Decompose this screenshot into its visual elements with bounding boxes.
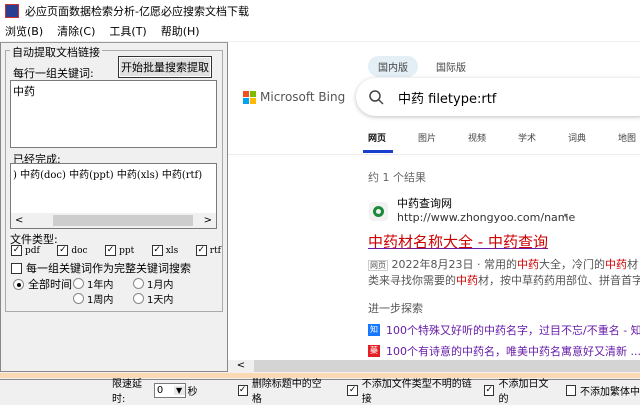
- search-icon[interactable]: [368, 89, 384, 105]
- nav-academic[interactable]: 学术: [518, 131, 536, 144]
- scroll-right-icon[interactable]: >: [204, 215, 212, 226]
- radio-selected-icon[interactable]: [13, 278, 24, 290]
- checkbox-unchecked-icon[interactable]: [11, 262, 22, 274]
- radio-icon[interactable]: [73, 278, 84, 289]
- radio-icon[interactable]: [133, 293, 144, 304]
- checkbox-checked-icon[interactable]: ✓: [151, 245, 163, 256]
- result-snippet-line1: 网页 2022年8月23日 · 常用的中药大全，冷门的中药材: [368, 258, 638, 271]
- medicine-site-icon: 藥: [368, 345, 380, 357]
- result-title-link[interactable]: 中药材名称大全 - 中药查询: [368, 231, 548, 252]
- app-icon: [5, 3, 19, 18]
- checkbox-checked-icon[interactable]: ✓: [57, 245, 69, 256]
- option-skip-traditional[interactable]: 不添加繁体中: [580, 383, 640, 398]
- filetype-ppt[interactable]: ✓ ppt: [105, 245, 134, 256]
- filetype-checkboxes: ✓ pdf ✓ doc ✓ ppt ✓ xls ✓ rtf: [11, 245, 221, 256]
- tab-domestic[interactable]: 国内版: [368, 56, 418, 77]
- menu-help[interactable]: 帮助(H): [161, 23, 200, 39]
- tab-international[interactable]: 国际版: [426, 56, 476, 77]
- radio-icon[interactable]: [73, 293, 84, 304]
- related-link[interactable]: 藥 100个有诗意的中药名，唯美中药名寓意好又清新 ...: [368, 343, 640, 359]
- checkbox-checked-icon[interactable]: ✓: [347, 384, 358, 396]
- url-dropdown-icon[interactable]: ▾: [564, 211, 568, 220]
- explore-label: 进一步探索: [368, 302, 423, 315]
- option-skip-unknown-type[interactable]: 不添加文件类型不明的链接: [362, 375, 472, 405]
- site-favicon-icon: [369, 202, 388, 221]
- time-1day[interactable]: 1天内: [133, 291, 173, 306]
- result-count: 约 1 个结果: [368, 171, 426, 184]
- nav-active-indicator: [363, 150, 393, 153]
- scroll-thumb[interactable]: [53, 215, 193, 226]
- title-bar: 必应页面数据检索分析-亿愿必应搜索文档下载: [0, 0, 640, 21]
- window-title: 必应页面数据检索分析-亿愿必应搜索文档下载: [25, 4, 249, 18]
- radio-icon[interactable]: [133, 278, 144, 289]
- delay-label: 限速延时:: [112, 379, 142, 405]
- checkbox-checked-icon[interactable]: ✓: [195, 245, 207, 256]
- nav-dictionary[interactable]: 词典: [568, 131, 586, 144]
- checkbox-checked-icon[interactable]: ✓: [484, 384, 495, 396]
- filetype-xls[interactable]: ✓ xls: [151, 245, 178, 256]
- nav-web[interactable]: 网页: [368, 131, 386, 144]
- checkbox-unchecked-icon[interactable]: [565, 384, 576, 396]
- nav-videos[interactable]: 视频: [468, 131, 486, 144]
- keywords-input[interactable]: 中药: [10, 80, 217, 148]
- browser-horizontal-scrollbar[interactable]: <: [228, 360, 640, 372]
- bing-logo[interactable]: Microsoft Bing: [243, 90, 345, 104]
- menu-bar: 浏览(B) 清除(C) 工具(T) 帮助(H): [0, 21, 640, 41]
- search-input[interactable]: 中药 filetype:rtf: [356, 78, 640, 116]
- zhihu-icon: 知: [368, 324, 380, 336]
- related-link[interactable]: 知 100个特殊又好听的中药名字，过目不忘/不重名 - 知: [368, 322, 640, 338]
- keywords-label: 每行一组关键词:: [13, 67, 94, 80]
- result-url[interactable]: http://www.zhongyoo.com/name: [397, 211, 575, 224]
- menu-tools[interactable]: 工具(T): [109, 23, 146, 39]
- menu-clear[interactable]: 清除(C): [57, 23, 95, 39]
- options-bar: 限速延时: 0 ▼ 秒 ✓ 删除标题中的空格 ✓ 不添加文件类型不明的链接 ✓ 不添加日…: [0, 379, 640, 405]
- menu-browse[interactable]: 浏览(B): [5, 23, 43, 39]
- delay-unit: 秒: [187, 386, 198, 398]
- result-site-name[interactable]: 中药查询网: [397, 195, 452, 211]
- checkbox-checked-icon[interactable]: ✓: [237, 384, 248, 396]
- scroll-left-icon[interactable]: <: [228, 360, 254, 372]
- microsoft-logo-icon: [243, 90, 256, 104]
- time-1year[interactable]: 1年内: [73, 276, 113, 291]
- checkbox-checked-icon[interactable]: ✓: [11, 245, 22, 256]
- filetype-doc[interactable]: ✓ doc: [57, 245, 88, 256]
- time-1week[interactable]: 1周内: [73, 291, 113, 306]
- nav-maps[interactable]: 地图: [618, 131, 636, 144]
- result-snippet-line2: 类来寻找你需要的中药材，按中草药药用部位、拼音首字: [368, 274, 640, 287]
- start-batch-search-button[interactable]: 开始批量搜索提取: [118, 56, 212, 78]
- option-skip-japanese[interactable]: 不添加日文的: [498, 375, 553, 405]
- divider: [228, 154, 640, 155]
- time-all[interactable]: 全部时间: [13, 276, 72, 292]
- scroll-left-icon[interactable]: <: [15, 215, 23, 226]
- group-title: 自动提取文档链接: [10, 44, 102, 60]
- checkbox-checked-icon[interactable]: ✓: [105, 245, 117, 256]
- browser-view: 国内版 国际版 Microsoft Bing 中药 filetype:rtf 网…: [228, 42, 640, 360]
- whole-keyword-option[interactable]: 每一组关键词作为完整关键词搜索: [11, 260, 191, 276]
- chevron-down-icon[interactable]: ▼: [173, 385, 185, 395]
- page-badge: 网页: [368, 260, 388, 271]
- delay-select[interactable]: 0 ▼: [153, 382, 186, 398]
- filetype-pdf[interactable]: ✓ pdf: [11, 245, 40, 256]
- filetype-rtf[interactable]: ✓ rtf: [195, 245, 221, 256]
- time-1month[interactable]: 1月内: [133, 276, 173, 291]
- option-remove-spaces[interactable]: 删除标题中的空格: [252, 375, 326, 405]
- done-list-scrollbar[interactable]: < >: [11, 213, 216, 228]
- nav-images[interactable]: 图片: [418, 131, 436, 144]
